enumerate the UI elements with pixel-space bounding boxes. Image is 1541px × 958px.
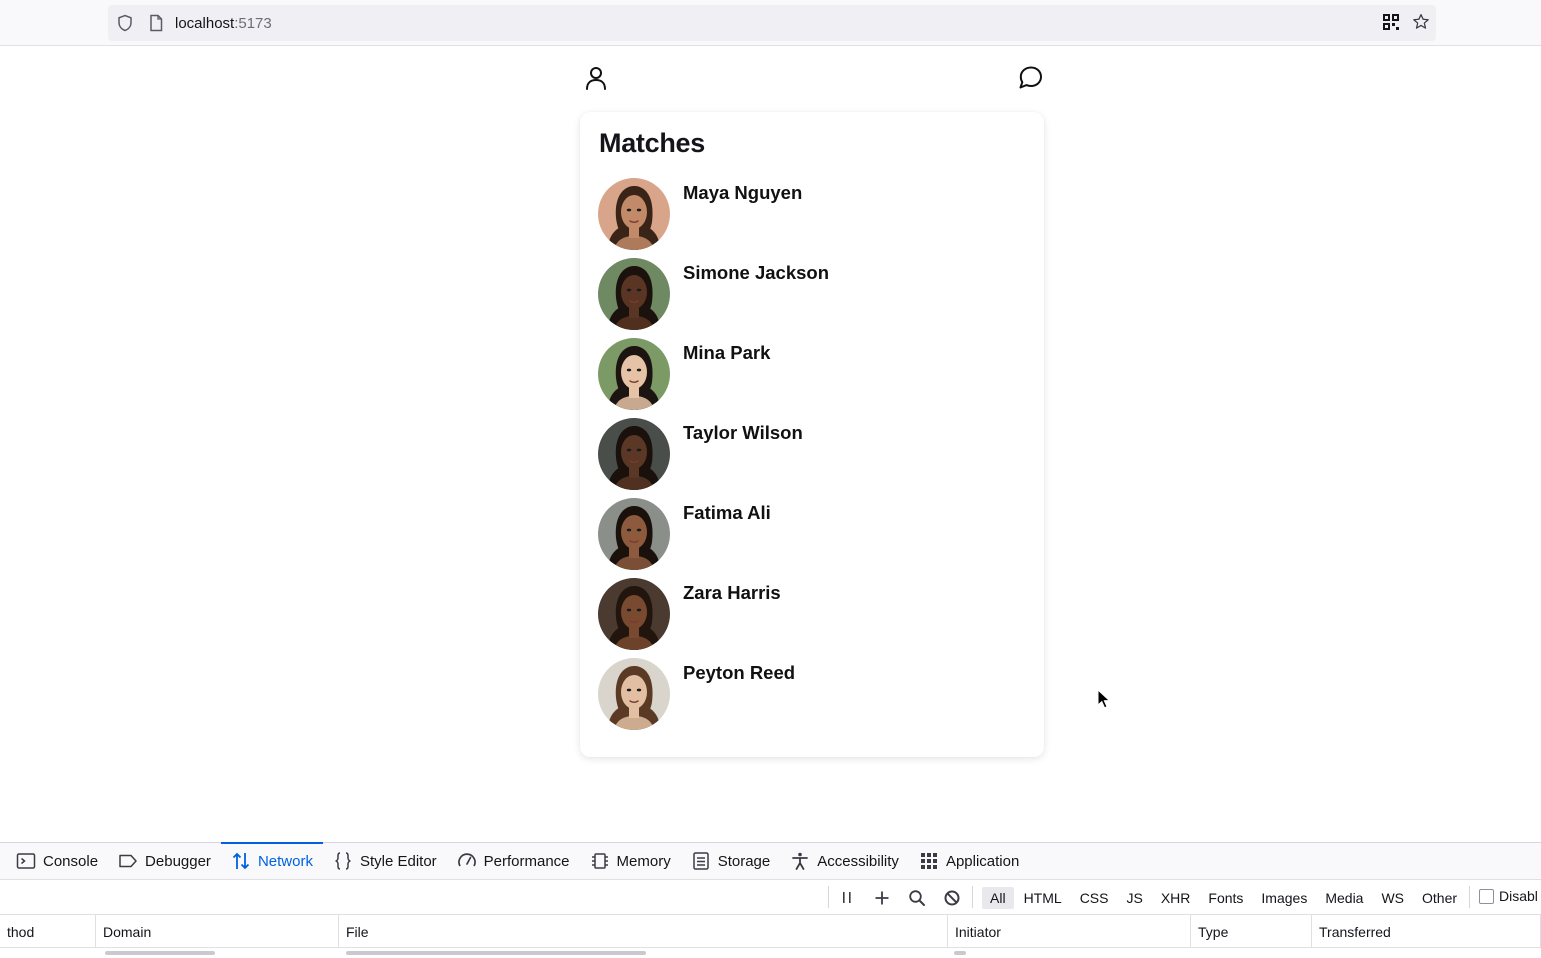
filter-html[interactable]: HTML [1016, 887, 1070, 909]
match-name[interactable]: Peyton Reed [683, 662, 795, 684]
browser-toolbar: localhost:5173 [0, 0, 1541, 46]
storage-icon [691, 851, 711, 871]
request-table-header: thod Domain File Initiator Type Transferred [0, 915, 1541, 948]
filter-other[interactable]: Other [1414, 887, 1465, 909]
shield-icon[interactable] [116, 14, 134, 32]
tab-application[interactable]: Application [909, 843, 1029, 879]
app-header [580, 60, 1044, 96]
application-icon [919, 851, 939, 871]
tab-label: Memory [616, 852, 671, 870]
performance-icon [457, 851, 477, 871]
mouse-cursor-icon [1097, 689, 1111, 709]
pause-icon[interactable] [836, 887, 857, 908]
url-host: localhost [175, 14, 235, 32]
disable-cache-label: Disabl [1499, 888, 1538, 904]
avatar[interactable] [598, 178, 670, 250]
style-editor-icon [333, 851, 353, 871]
match-name[interactable]: Mina Park [683, 342, 770, 364]
accessibility-icon [790, 851, 810, 871]
match-item[interactable]: Peyton Reed [598, 658, 1018, 738]
disable-cache-toggle[interactable]: Disabl [1479, 888, 1538, 904]
match-name[interactable]: Fatima Ali [683, 502, 771, 524]
column-header[interactable]: Type [1191, 915, 1312, 948]
tab-style-editor[interactable]: Style Editor [323, 843, 447, 879]
column-header[interactable]: File [339, 915, 948, 948]
matches-card: Matches Maya Nguyen Simone Jackson Mina Pa… [580, 112, 1044, 757]
match-name[interactable]: Zara Harris [683, 582, 781, 604]
console-icon [16, 851, 36, 871]
tab-label: Storage [717, 852, 771, 870]
match-item[interactable]: Simone Jackson [598, 258, 1018, 338]
tab-network[interactable]: Network [220, 842, 323, 879]
avatar[interactable] [598, 258, 670, 330]
toolbar-divider [828, 886, 829, 908]
filter-images[interactable]: Images [1253, 887, 1315, 909]
column-header[interactable]: Transferred [1312, 915, 1541, 948]
avatar[interactable] [598, 658, 670, 730]
debugger-icon [118, 851, 138, 871]
table-row[interactable] [0, 948, 1541, 958]
network-icon [231, 851, 251, 871]
match-list: Maya Nguyen Simone Jackson Mina Park Taylor… [598, 178, 1018, 738]
avatar[interactable] [598, 578, 670, 650]
page-icon [147, 14, 165, 32]
toolbar-divider [972, 886, 973, 908]
bookmark-star-icon[interactable] [1412, 13, 1430, 31]
disable-cache-checkbox[interactable] [1479, 888, 1494, 904]
add-request-icon[interactable] [871, 887, 892, 908]
filter-media[interactable]: Media [1317, 887, 1371, 909]
filter-js[interactable]: JS [1118, 887, 1150, 909]
profile-icon[interactable] [582, 64, 610, 92]
clear-block-icon[interactable] [941, 887, 962, 908]
avatar[interactable] [598, 418, 670, 490]
tab-debugger[interactable]: Debugger [108, 843, 221, 879]
chat-bubble-icon[interactable] [1016, 64, 1044, 92]
filter-all[interactable]: All [982, 886, 1014, 909]
filter-css[interactable]: CSS [1072, 887, 1117, 909]
memory-icon [590, 851, 610, 871]
tab-accessibility[interactable]: Accessibility [780, 843, 909, 879]
match-item[interactable]: Zara Harris [598, 578, 1018, 658]
tab-label: Debugger [145, 852, 211, 870]
avatar[interactable] [598, 338, 670, 410]
filter-ws[interactable]: WS [1373, 887, 1412, 909]
page-title: Matches [599, 128, 705, 158]
filter-fonts[interactable]: Fonts [1200, 887, 1251, 909]
match-name[interactable]: Simone Jackson [683, 262, 829, 284]
tab-label: Accessibility [817, 852, 899, 870]
avatar[interactable] [598, 498, 670, 570]
column-header[interactable]: Initiator [948, 915, 1191, 948]
match-item[interactable]: Maya Nguyen [598, 178, 1018, 258]
tab-label: Style Editor [359, 852, 437, 870]
match-item[interactable]: Mina Park [598, 338, 1018, 418]
match-item[interactable]: Taylor Wilson [598, 418, 1018, 498]
match-name[interactable]: Maya Nguyen [683, 182, 802, 204]
address-bar[interactable]: localhost:5173 [108, 5, 1436, 41]
tab-label: Application [945, 852, 1020, 870]
request-type-filters: All HTML CSS JS XHR Fonts Images Media WS Other [982, 880, 1465, 915]
url-text[interactable]: localhost:5173 [175, 15, 272, 32]
tab-storage[interactable]: Storage [681, 843, 781, 879]
qr-code-icon[interactable] [1382, 13, 1400, 31]
match-item[interactable]: Fatima Ali [598, 498, 1018, 578]
network-toolbar: All HTML CSS JS XHR Fonts Images Media WS Other D… [0, 880, 1541, 915]
tab-label: Network [257, 852, 313, 870]
devtools-panel: Console Debugger Network Style Editor Perfor… [0, 842, 1541, 955]
search-icon[interactable] [906, 887, 927, 908]
tab-memory[interactable]: Memory [580, 843, 681, 879]
tab-label: Console [43, 852, 99, 870]
devtools-tabs: Console Debugger Network Style Editor Perfor… [0, 842, 1541, 880]
tab-console[interactable]: Console [6, 843, 108, 879]
filter-xhr[interactable]: XHR [1153, 887, 1199, 909]
column-header[interactable]: Domain [96, 915, 339, 948]
match-name[interactable]: Taylor Wilson [683, 422, 803, 444]
tab-label: Performance [483, 852, 570, 870]
toolbar-divider [1469, 886, 1470, 908]
column-header[interactable]: thod [0, 915, 96, 948]
url-port: :5173 [234, 14, 272, 32]
tab-performance[interactable]: Performance [447, 843, 580, 879]
